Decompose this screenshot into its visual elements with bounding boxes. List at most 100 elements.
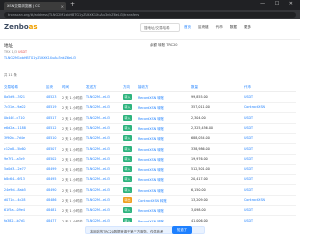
nav-item-home[interactable]: 首页 (184, 25, 191, 29)
token-link[interactable]: ContractXSN (244, 105, 265, 109)
site-logo[interactable]: Zenboas (4, 23, 38, 31)
notice-confirm-button[interactable]: 知道了 (172, 226, 192, 234)
from-address-link[interactable]: TLNG2M...eLi3 (86, 105, 110, 109)
token-link[interactable]: USDT (244, 208, 253, 212)
tx-time: 2 天 1 小时前 (62, 96, 83, 100)
block-link[interactable]: 48517 (46, 116, 57, 120)
block-link[interactable]: 48523 (46, 95, 57, 99)
from-address-link[interactable]: TLNG2M...eLi3 (86, 188, 110, 192)
block-link[interactable]: 48490 (46, 188, 57, 192)
block-link[interactable]: 48499 (46, 167, 57, 171)
nav-item-tokens[interactable]: 代币 (216, 25, 223, 29)
tx-hash-link[interactable]: 0b44f...c710 (4, 116, 25, 120)
block-link[interactable]: 48507 (46, 147, 57, 151)
tx-hash-link[interactable]: 7c31e...9a02 (4, 105, 26, 109)
tx-time: 2 天 1 小时前 (62, 209, 83, 214)
token-link[interactable]: USDT (244, 95, 253, 99)
to-address-link[interactable]: RecordXSN 转账 (138, 95, 164, 100)
contract-address-link[interactable]: TLNG2M1xbHBTG1yZUtXK1XuAu3nkZ6eLi3 (4, 56, 76, 60)
from-address-link[interactable]: TLNG2M...eLi3 (86, 167, 110, 171)
from-address-link[interactable]: TLNG2M...eLi3 (86, 177, 110, 181)
to-address-link[interactable]: ContractXSN 转账 (138, 198, 167, 203)
nav-item-data[interactable]: 数据 (230, 25, 237, 29)
search-input[interactable]: 搜地址/交易哈希 (140, 23, 180, 32)
tx-time: 2 天 1 小时前 (62, 157, 83, 162)
direction-badge: 转入 (123, 124, 132, 131)
tx-hash-link[interactable]: 9e7f1...a3c9 (4, 157, 25, 161)
address-section: 地址 TRX 1/3 USDT TLNG2M1xbHBTG1yZUtXK1XuA… (0, 40, 300, 74)
address-bar: tronscan.org/#/address/TLNG2M1xbHBTG1yZU… (0, 10, 300, 19)
from-address-link[interactable]: TLNG2M...eLi3 (86, 95, 110, 99)
tx-hash-link[interactable]: 3f90b...7d4e (4, 136, 25, 140)
block-link[interactable]: 48510 (46, 136, 57, 140)
block-link[interactable]: 48481 (46, 208, 57, 212)
url-field[interactable]: tronscan.org/#/address/TLNG2M1xbHBTG1yZU… (4, 11, 296, 18)
tx-hash-link[interactable]: 61f5a...09e4 (4, 208, 25, 212)
token-link[interactable]: USDT (244, 116, 253, 120)
nav-item-more[interactable]: 更多 (244, 25, 251, 29)
new-tab-icon[interactable]: + (70, 1, 75, 8)
transfer-amount: 512,501.00 (191, 167, 210, 172)
tx-time: 2 天 1 小时前 (62, 116, 83, 121)
tx-hash-link[interactable]: 8a5d9...3f21 (4, 95, 25, 99)
tab-title: XSN交易浏览器 | CC (7, 4, 41, 8)
from-address-link[interactable]: TLNG2M...eLi3 (86, 157, 110, 161)
tx-time: 2 天 1 小时前 (62, 137, 83, 142)
to-address-link[interactable]: RecordXSN 转账 (138, 147, 164, 152)
to-address-link[interactable]: RecordXSN 转账 (138, 208, 164, 213)
block-link[interactable]: 48502 (46, 157, 57, 161)
token-link[interactable]: USDT (244, 167, 253, 171)
column-header-value: 数量 (191, 85, 198, 89)
direction-badge: 转入 (123, 176, 132, 183)
logo-suffix: as (28, 23, 38, 31)
tx-hash-link[interactable]: 24e9d...8ab5 (4, 188, 26, 192)
token-link[interactable]: USDT (244, 136, 253, 140)
token-link[interactable]: ContractXSN (244, 198, 265, 202)
block-link[interactable]: 48495 (46, 177, 57, 181)
from-address-link[interactable]: TLNG2M...eLi3 (86, 208, 110, 212)
tx-hash-link[interactable]: 5a0d3...2e77 (4, 167, 26, 171)
tx-hash-link[interactable]: b8c64...6f13 (4, 177, 25, 181)
tx-hash-link[interactable]: e6d2a...1188 (4, 126, 26, 130)
tx-hash-link[interactable]: d071c...4c28 (4, 198, 25, 202)
tx-time: 2 天 1 小时前 (62, 199, 83, 203)
token-link[interactable]: USDT (244, 177, 253, 181)
main-nav: 首页 区块链 代币 数据 更多 (184, 25, 257, 30)
to-address-link[interactable]: RecordXSN 转账 (138, 116, 164, 121)
column-header-time: 时间 (62, 85, 69, 89)
direction-badge: 转入 (123, 94, 132, 100)
to-address-link[interactable]: RecordXSN 转账 (138, 136, 164, 141)
from-address-link[interactable]: TLNG2M...eLi3 (86, 198, 110, 202)
tx-hash-link[interactable]: c12a8...5b60 (4, 147, 26, 151)
to-address-link[interactable]: RecordXSN 转账 (138, 157, 164, 162)
from-address-link[interactable]: TLNG2M...eLi3 (86, 116, 110, 120)
block-link[interactable]: 48486 (46, 198, 57, 202)
token-link[interactable]: USDT (244, 147, 253, 151)
transfer-amount: 2,325,456.00 (191, 125, 214, 130)
window-controls[interactable]: — ☐ ✕ (260, 1, 297, 7)
to-address-link[interactable]: RecordXSN 转账 (138, 167, 164, 172)
from-address-link[interactable]: TLNG2M...eLi3 (86, 147, 110, 151)
address-stats: 余额 转账 TRC20 (150, 43, 178, 47)
block-link[interactable]: 48512 (46, 126, 57, 130)
nav-item-blockchain[interactable]: 区块链 (198, 25, 209, 29)
address-tag: TRX 1/3 USDT (4, 50, 27, 54)
token-link[interactable]: USDT (244, 188, 253, 192)
direction-badge: 转入 (123, 145, 132, 152)
transfer-amount: 6,150.00 (191, 187, 206, 192)
to-address-link[interactable]: RecordXSN 转账 (138, 105, 164, 110)
token-link[interactable]: USDT (244, 157, 253, 161)
to-address-link[interactable]: RecordXSN 转账 (138, 126, 164, 131)
block-link[interactable]: 48519 (46, 105, 57, 109)
column-header-direction: 方向 (123, 85, 130, 89)
tx-time: 2 天 1 小时前 (62, 178, 83, 183)
transfer-amount: 99,855.00 (191, 95, 208, 99)
token-link[interactable]: USDT (244, 126, 253, 130)
to-address-link[interactable]: RecordXSN 转账 (138, 177, 164, 182)
to-address-link[interactable]: RecordXSN 转账 (138, 188, 164, 193)
from-address-link[interactable]: TLNG2M...eLi3 (86, 126, 110, 130)
from-address-link[interactable]: TLNG2M...eLi3 (86, 136, 110, 140)
browser-tab[interactable]: XSN交易浏览器 | CC × (4, 2, 66, 10)
page-title: 地址 (4, 44, 13, 49)
close-icon[interactable]: × (61, 4, 64, 9)
